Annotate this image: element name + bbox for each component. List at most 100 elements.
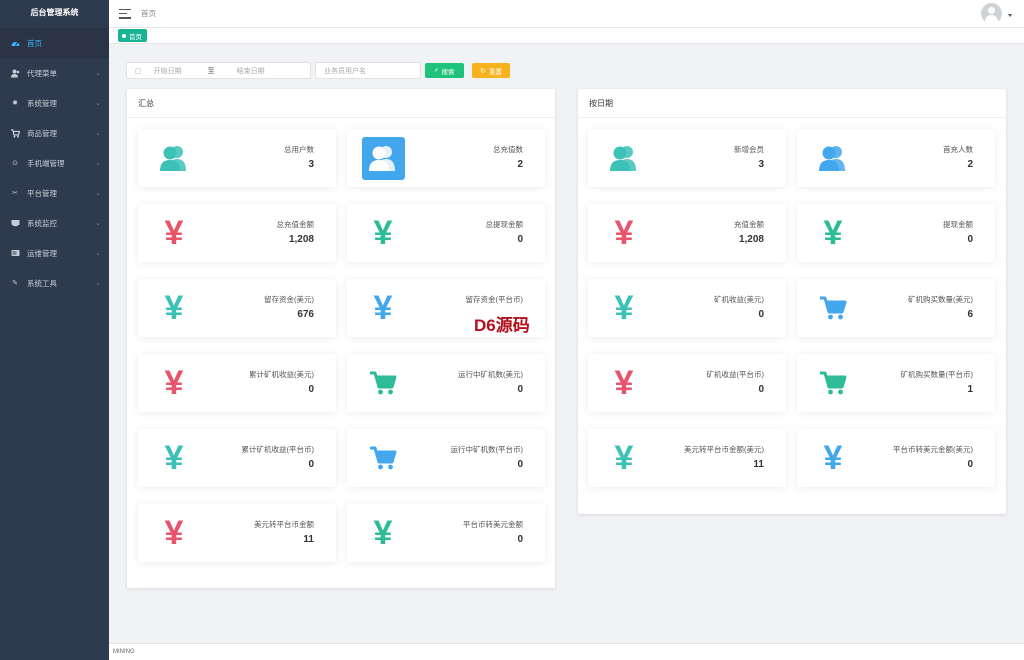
- users-icon: [602, 136, 646, 180]
- stat-card-value: 0: [967, 234, 973, 245]
- reset-button-label: 重置: [488, 68, 502, 76]
- cart-icon: [811, 361, 855, 405]
- stat-card-value: 0: [517, 234, 523, 245]
- yen-icon: ¥: [614, 289, 634, 327]
- sidebar-item-label: 系统工具: [27, 278, 57, 288]
- stat-card-value: 0: [967, 459, 973, 470]
- search-icon: ⌕: [434, 66, 439, 74]
- stat-card: 矿机购买数量(平台币) 1: [797, 354, 995, 412]
- yen-icon: ¥: [823, 214, 843, 252]
- stat-card-label: 平台币转美元金额: [463, 520, 523, 529]
- yen-icon: ¥: [164, 439, 184, 477]
- cart-icon: [361, 361, 405, 405]
- chevron-down-icon: ⌄: [95, 190, 101, 197]
- stat-card: ¥ 矿机收益(美元) 0: [588, 279, 786, 337]
- stat-card: ¥ 总充值金额 1,208: [138, 204, 336, 262]
- mobile-icon: ⊙: [12, 160, 18, 167]
- summary-panel-title: 汇总: [127, 89, 555, 118]
- yen-icon: ¥: [164, 214, 184, 252]
- tab-home[interactable]: 首页: [118, 29, 147, 42]
- stat-card: ¥ 美元转平台币金额(美元) 11: [588, 429, 786, 487]
- stat-card-value: 676: [297, 309, 314, 320]
- stat-card-value: 2: [967, 159, 973, 170]
- app-title: 后台管理系统: [30, 8, 79, 17]
- chevron-down-icon: ⌄: [95, 160, 101, 167]
- date-range-picker[interactable]: ▢ 开始日期 至 结束日期: [126, 62, 311, 79]
- chevron-down-icon: ⌄: [95, 100, 101, 107]
- stat-card: 运行中矿机数(美元) 0: [347, 354, 545, 412]
- stat-card-label: 累计矿机收益(平台币): [241, 445, 315, 454]
- search-button-label: 搜索: [441, 68, 455, 76]
- stat-card-label: 平台币转美元金额(美元): [893, 445, 973, 454]
- sidebar-item-system-tools[interactable]: ✎ 系统工具 ⌄: [0, 268, 109, 298]
- search-button[interactable]: ⌕ 搜索: [425, 63, 464, 78]
- stat-card-label: 运行中矿机数(美元): [458, 370, 523, 379]
- stat-card: 总充值数 2: [347, 129, 545, 187]
- salesperson-input[interactable]: 业务员用户名: [315, 62, 421, 79]
- sidebar-item-system-monitor[interactable]: 系统监控 ⌄: [0, 208, 109, 238]
- by-date-panel-title: 按日期: [578, 89, 1006, 118]
- sidebar-item-mobile-management[interactable]: ⊙ 手机端管理 ⌄: [0, 148, 109, 178]
- stat-card: ¥ 充值金额 1,208: [588, 204, 786, 262]
- stat-card-value: 2: [517, 159, 523, 170]
- menu-toggle-icon[interactable]: [119, 8, 131, 19]
- server-icon: [10, 248, 20, 258]
- yen-icon: ¥: [373, 289, 393, 327]
- chevron-down-icon: ⌄: [95, 70, 101, 77]
- sidebar-item-product-management[interactable]: 商品管理 ⌄: [0, 118, 109, 148]
- yen-icon: ¥: [823, 439, 843, 477]
- yen-icon: ¥: [164, 289, 184, 327]
- chevron-down-icon: ⌄: [95, 280, 101, 287]
- reset-button[interactable]: ↻ 重置: [472, 63, 510, 78]
- stat-card-value: 6: [967, 309, 973, 320]
- end-date-input[interactable]: 结束日期: [237, 66, 265, 76]
- start-date-input[interactable]: 开始日期: [154, 66, 198, 76]
- stat-card-label: 矿机收益(平台币): [706, 370, 765, 379]
- dot-icon: [122, 33, 126, 38]
- stat-card: 运行中矿机数(平台币) 0: [347, 429, 545, 487]
- stat-card-label: 提现金额: [943, 220, 973, 229]
- calendar-icon: ▢: [135, 67, 142, 75]
- top-header: 首页: [109, 0, 1024, 28]
- stat-card: 新增会员 3: [588, 129, 786, 187]
- stat-card-value: 11: [753, 459, 764, 470]
- sidebar-item-system-management[interactable]: ✹ 系统管理 ⌄: [0, 88, 109, 118]
- stat-card: ¥ 累计矿机收益(美元) 0: [138, 354, 336, 412]
- monitor-icon: [10, 218, 20, 228]
- sidebar-item-home[interactable]: 首页: [0, 28, 109, 58]
- yen-icon: ¥: [614, 439, 634, 477]
- dashboard-icon: [10, 38, 20, 48]
- stat-card-label: 累计矿机收益(美元): [249, 370, 314, 379]
- caret-down-icon[interactable]: [1008, 14, 1012, 17]
- stat-card-label: 总用户数: [284, 145, 314, 154]
- stat-card: ¥ 平台币转美元金额(美元) 0: [797, 429, 995, 487]
- stat-card-value: 1,208: [738, 234, 764, 245]
- sidebar-menu: 首页 代理菜单 ⌄ ✹ 系统管理 ⌄ 商品管理 ⌄ ⊙ 手机端管理 ⌄ ✂ 平台…: [0, 28, 109, 298]
- sidebar-item-label: 代理菜单: [27, 68, 57, 78]
- stat-card-label: 运行中矿机数(平台币): [450, 445, 524, 454]
- stat-card-label: 留存资金(美元): [264, 295, 314, 304]
- yen-icon: ¥: [614, 214, 634, 252]
- date-separator: 至: [207, 67, 215, 75]
- stat-card-label: 留存资金(平台币): [465, 295, 524, 304]
- stat-card: ¥ 美元转平台币金额 11: [138, 504, 336, 562]
- stat-card: ¥ 累计矿机收益(平台币) 0: [138, 429, 336, 487]
- stat-card-label: 美元转平台币金额: [254, 520, 314, 529]
- users-icon: [152, 136, 196, 180]
- stat-card-value: 1: [967, 384, 973, 395]
- stat-card-value: 0: [308, 459, 314, 470]
- chevron-down-icon: ⌄: [95, 250, 101, 257]
- breadcrumb[interactable]: 首页: [141, 8, 156, 19]
- stat-card-value: 11: [303, 534, 314, 545]
- sidebar-item-agent-menu[interactable]: 代理菜单 ⌄: [0, 58, 109, 88]
- stat-card-label: 矿机收益(美元): [714, 295, 764, 304]
- sidebar-item-platform-management[interactable]: ✂ 平台管理 ⌄: [0, 178, 109, 208]
- avatar[interactable]: [981, 3, 1002, 24]
- sidebar-item-label: 商品管理: [27, 128, 57, 138]
- sidebar-item-label: 首页: [27, 38, 42, 48]
- stat-card: ¥ 平台币转美元金额 0: [347, 504, 545, 562]
- sidebar-item-ops-management[interactable]: 运维管理 ⌄: [0, 238, 109, 268]
- cart-icon: [10, 128, 20, 138]
- stat-card-label: 美元转平台币金额(美元): [684, 445, 764, 454]
- page-tabs-bar: 首页: [109, 28, 1024, 44]
